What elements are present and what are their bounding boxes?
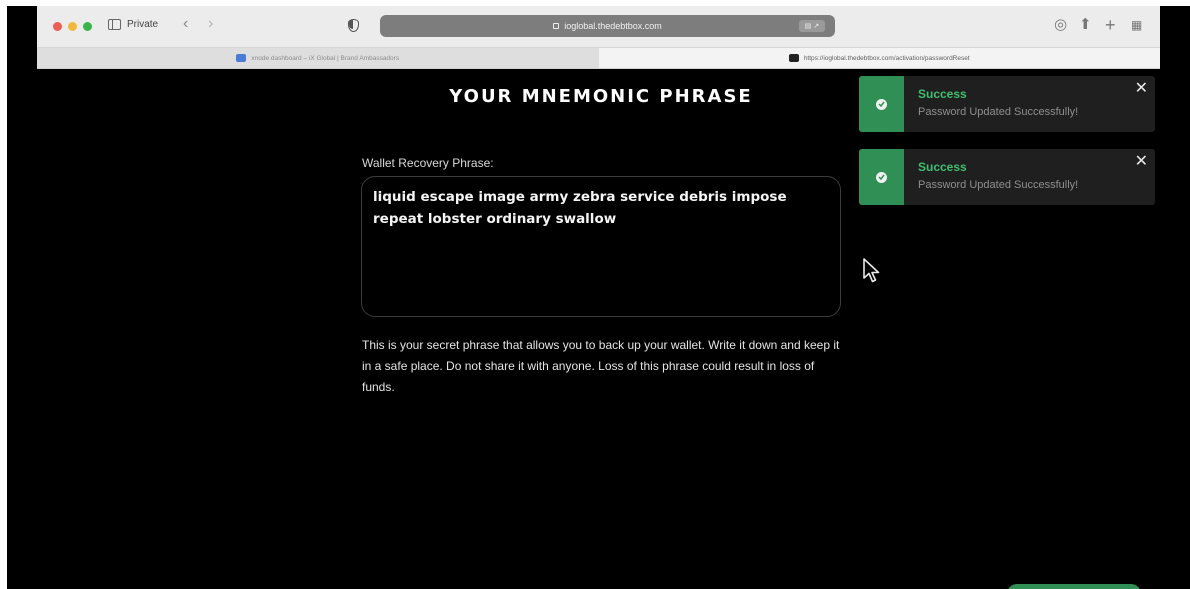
browser-toolbar: Private ‹ › ioglobal.thedebtbox.com ▤ ↗ … — [37, 6, 1160, 48]
warning-text: This is your secret phrase that allows y… — [362, 338, 840, 394]
lock-icon — [553, 23, 560, 29]
address-text: ioglobal.thedebtbox.com — [564, 21, 662, 31]
continue-button[interactable] — [1007, 584, 1141, 589]
back-icon[interactable]: ‹ — [183, 16, 188, 32]
success-toast: Success Password Updated Successfully! ✕ — [859, 76, 1155, 132]
toast-status-strip — [859, 149, 904, 205]
mouse-cursor-icon — [863, 258, 880, 283]
toast-title: Success — [918, 87, 967, 101]
toast-status-strip — [859, 76, 904, 132]
toast-message: Password Updated Successfully! — [918, 106, 1079, 118]
check-icon — [876, 98, 887, 110]
phrase-line-2: repeat lobster ordinary swallow — [373, 211, 617, 227]
new-tab-icon[interactable]: + — [1105, 16, 1116, 34]
download-icon[interactable]: ◎ — [1054, 16, 1067, 34]
shield-icon[interactable] — [348, 19, 359, 32]
check-icon — [876, 171, 887, 183]
close-icon[interactable]: ✕ — [1135, 81, 1148, 97]
tab-label: https://ioglobal.thedebtbox.com/activati… — [803, 54, 970, 62]
success-toast: Success Password Updated Successfully! ✕ — [859, 149, 1155, 205]
address-bar[interactable]: ioglobal.thedebtbox.com ▤ ↗ — [380, 15, 835, 37]
close-icon[interactable]: ✕ — [1135, 154, 1148, 170]
tab-overview-icon[interactable]: ▦ — [1131, 16, 1142, 34]
phrase-line-1: liquid escape image army zebra service d… — [373, 189, 787, 205]
page-title: YOUR MNEMONIC PHRASE — [449, 86, 753, 107]
close-window-button[interactable] — [53, 22, 62, 31]
tab-password-reset[interactable]: https://ioglobal.thedebtbox.com/activati… — [598, 48, 1160, 68]
address-badge[interactable]: ▤ ↗ — [799, 20, 825, 32]
tab-xnode-dashboard[interactable]: xnode dashboard – iX Global | Brand Amba… — [37, 48, 599, 68]
tab-bar: xnode dashboard – iX Global | Brand Amba… — [37, 48, 1160, 69]
debtbox-icon — [788, 54, 799, 62]
toast-title: Success — [918, 160, 967, 174]
recovery-phrase-textarea[interactable]: liquid escape image army zebra service d… — [361, 176, 841, 317]
share-icon[interactable]: ⬆ — [1079, 16, 1092, 34]
minimize-window-button[interactable] — [68, 22, 77, 31]
sidebar-toggle-button[interactable]: Private — [108, 19, 158, 30]
browser-window: Private ‹ › ioglobal.thedebtbox.com ▤ ↗ … — [7, 6, 1190, 589]
private-label: Private — [127, 19, 159, 30]
sidebar-icon — [108, 19, 121, 30]
wallet-recovery-label: Wallet Recovery Phrase: — [362, 156, 494, 170]
tab-label: xnode dashboard – iX Global | Brand Amba… — [251, 54, 400, 62]
window-controls — [53, 22, 92, 31]
toast-message: Password Updated Successfully! — [918, 179, 1079, 191]
ix-global-icon — [236, 54, 247, 62]
zoom-window-button[interactable] — [83, 22, 92, 31]
forward-icon[interactable]: › — [208, 16, 213, 32]
